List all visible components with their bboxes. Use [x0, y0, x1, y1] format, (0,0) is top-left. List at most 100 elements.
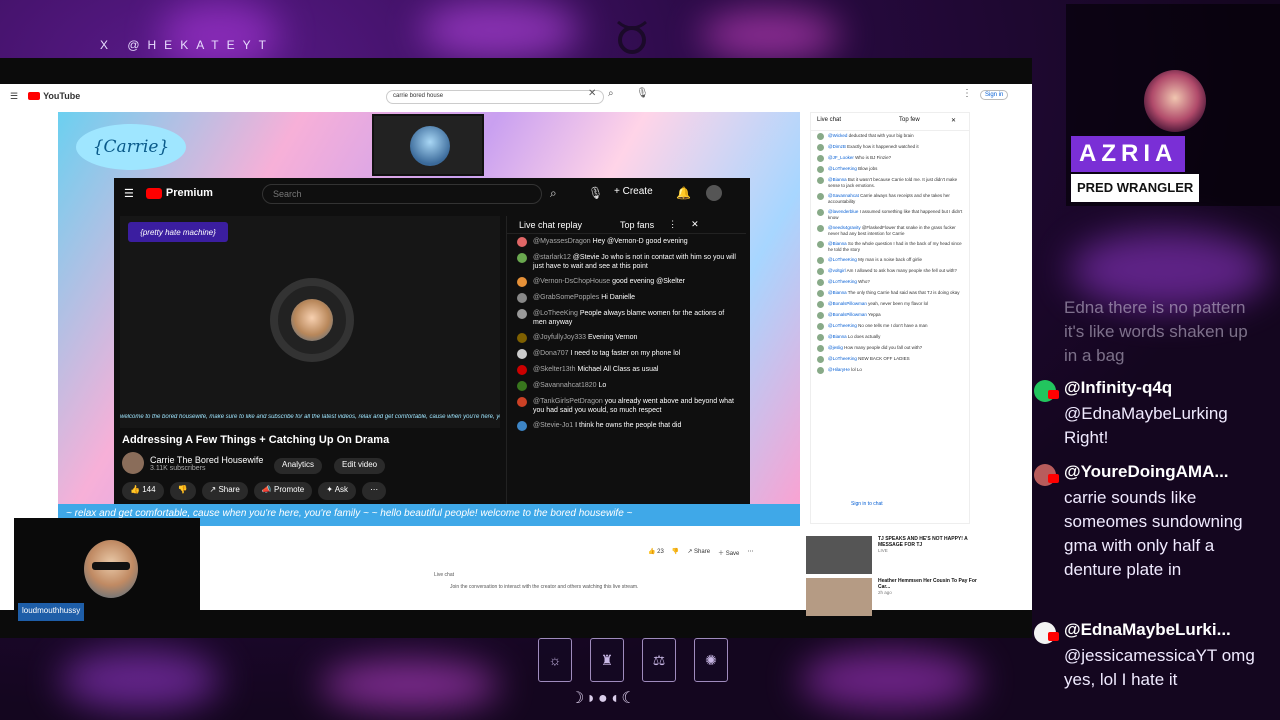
signin-chat-button[interactable]: Sign in to chat [851, 501, 883, 507]
like-button[interactable]: 👍 144 [122, 482, 164, 500]
chat-username[interactable]: @LoTheeKing [828, 257, 857, 262]
channel-avatar[interactable] [122, 452, 144, 474]
avatar[interactable] [817, 268, 824, 275]
chat-username[interactable]: @Stevie-Jo1 [533, 422, 573, 429]
ask-button[interactable]: ✦ Ask [318, 482, 357, 500]
chat-username[interactable]: @YoureDoingAMA... [1064, 462, 1229, 482]
mic-icon[interactable]: 🎙 [636, 88, 649, 99]
avatar[interactable] [517, 237, 527, 247]
chat-username[interactable]: @jeslig [828, 345, 843, 350]
chat-username[interactable]: @LoTheeKing [828, 166, 857, 171]
avatar[interactable] [517, 365, 527, 375]
avatar[interactable] [517, 381, 527, 391]
menu-icon[interactable]: ☰ [10, 91, 18, 102]
live-chat-label[interactable]: Live chat [817, 117, 841, 123]
chat-username[interactable]: @needs4gravity [828, 225, 861, 230]
bell-icon[interactable]: 🔔 [676, 186, 691, 200]
share-button[interactable]: ↗ Share [201, 482, 248, 500]
rec-title[interactable]: Heather Hemmsen Her Cousin To Pay For Ca… [878, 578, 986, 590]
avatar[interactable] [517, 253, 527, 263]
chat-username[interactable]: @LoTheeKing [828, 356, 857, 361]
youtube-logo[interactable]: YouTube [28, 91, 80, 101]
chat-username[interactable]: @BonalsPillowman [828, 312, 867, 317]
recommended-video[interactable]: TJ SPEAKS AND HE'S NOT HAPPY! A MESSAGE … [806, 536, 986, 576]
chat-username[interactable]: @Savannahcat [828, 193, 859, 198]
avatar[interactable] [817, 193, 824, 200]
chat-username[interactable]: @BonalsPillowman [828, 301, 867, 306]
rec-title[interactable]: TJ SPEAKS AND HE'S NOT HAPPY! A MESSAGE … [878, 536, 986, 548]
avatar[interactable] [817, 209, 824, 216]
chat-username[interactable]: @JF_Looker [828, 155, 854, 160]
share-button[interactable]: ↗ Share [687, 548, 710, 557]
chat-username[interactable]: @DimzB [828, 144, 846, 149]
search-input[interactable]: carrie bored house [386, 90, 604, 104]
avatar[interactable] [817, 166, 824, 173]
more-icon[interactable]: ⋮ [668, 219, 677, 230]
top-fans-button[interactable]: Top fans [620, 220, 654, 230]
mic-icon[interactable]: 🎙 [588, 186, 603, 200]
avatar[interactable] [817, 301, 824, 308]
avatar[interactable] [817, 133, 824, 140]
avatar[interactable] [817, 177, 824, 184]
avatar[interactable] [517, 333, 527, 343]
save-button[interactable]: ＋ Save [718, 548, 739, 557]
close-icon[interactable]: ✕ [691, 219, 699, 230]
avatar[interactable] [817, 144, 824, 151]
dislike-button[interactable]: 👎 [672, 548, 679, 557]
dislike-button[interactable]: 👎 [169, 482, 196, 500]
menu-icon[interactable]: ☰ [124, 187, 134, 200]
video-player[interactable]: {Carrie} ☰ Premium Search ⌕ 🎙 + Create 🔔… [58, 112, 800, 526]
top-few-button[interactable]: Top few [899, 117, 920, 123]
avatar[interactable] [817, 225, 824, 232]
avatar[interactable] [817, 323, 824, 330]
chat-username[interactable]: @MyassesDragon [533, 238, 591, 245]
chat-username[interactable]: @LoTheeKing [533, 310, 578, 317]
search-icon[interactable]: ⌕ [608, 88, 614, 99]
avatar[interactable] [817, 356, 824, 363]
chat-username[interactable]: @Savannahcat1820 [533, 382, 597, 389]
clear-icon[interactable]: ✕ [588, 88, 596, 99]
video-thumbnail[interactable] [806, 578, 872, 616]
like-button[interactable]: 👍 23 [648, 548, 664, 557]
avatar[interactable] [517, 349, 527, 359]
inner-video-player[interactable]: {pretty hate machine} welcome to the bor… [120, 216, 500, 428]
chat-username[interactable]: @Vernon-DsChopHouse [533, 278, 610, 285]
promote-button[interactable]: 📣 Promote [253, 482, 313, 500]
chat-username[interactable]: @HilaryHe [828, 367, 850, 372]
signin-button[interactable]: Sign in [980, 90, 1009, 100]
live-chat-replay-label[interactable]: Live chat replay [519, 220, 582, 230]
chat-username[interactable]: @Wicked [828, 133, 847, 138]
avatar[interactable] [817, 279, 824, 286]
chat-username[interactable]: @lavenderblue [828, 209, 858, 214]
avatar[interactable] [817, 290, 824, 297]
chat-username[interactable]: @Skelter13th [533, 366, 576, 373]
channel-name[interactable]: Carrie The Bored Housewife [150, 455, 263, 465]
video-thumbnail[interactable] [806, 536, 872, 574]
channel-info[interactable]: Carrie The Bored Housewife 3.11K subscri… [122, 452, 263, 474]
chat-username[interactable]: @EdnaMaybeLurki... [1064, 620, 1231, 640]
chat-username[interactable]: @Dona707 [533, 350, 569, 357]
avatar[interactable] [517, 421, 527, 431]
avatar[interactable] [817, 257, 824, 264]
avatar[interactable] [817, 155, 824, 162]
chat-username[interactable]: @Infinity-q4q [1064, 378, 1172, 398]
avatar[interactable] [517, 277, 527, 287]
analytics-button[interactable]: Analytics [274, 458, 323, 474]
avatar[interactable] [817, 345, 824, 352]
avatar[interactable] [517, 293, 527, 303]
avatar[interactable] [517, 309, 527, 319]
chat-username[interactable]: @LoTheeKing [828, 279, 857, 284]
chat-username[interactable]: @TankGirlsPetDragon [533, 398, 603, 405]
chat-username[interactable]: @voltgirl [828, 268, 846, 273]
chat-username[interactable]: @starlark12 [533, 254, 571, 261]
more-icon[interactable]: ⋯ [747, 548, 753, 557]
chat-username[interactable]: @JoyfullyJoy333 [533, 334, 586, 341]
more-icon[interactable]: ⋮ [962, 88, 972, 99]
chat-username[interactable]: @Bianna [828, 334, 847, 339]
edit-video-button[interactable]: Edit video [334, 458, 386, 474]
more-button[interactable]: ⋯ [362, 482, 387, 500]
recommended-video[interactable]: Heather Hemmsen Her Cousin To Pay For Ca… [806, 578, 986, 618]
avatar[interactable] [817, 367, 824, 374]
chat-username[interactable]: @GrabSomePopples [533, 294, 599, 301]
account-avatar[interactable] [706, 185, 722, 201]
